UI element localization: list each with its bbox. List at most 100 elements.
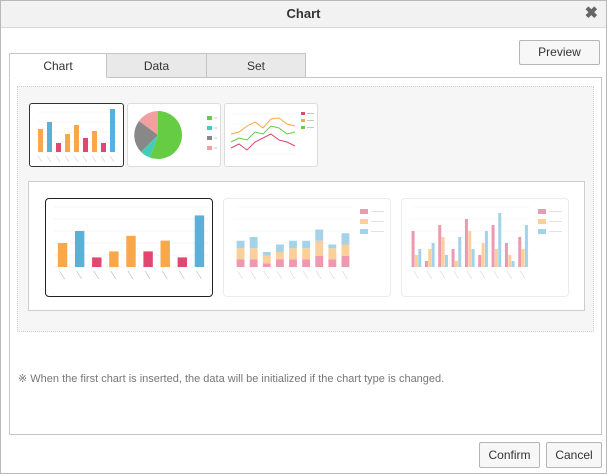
bar: [454, 261, 458, 267]
bar-segment: [315, 255, 324, 267]
bar-segment: [341, 255, 350, 267]
bar: [424, 261, 428, 267]
bar: [521, 249, 525, 267]
cancel-button[interactable]: Cancel: [546, 442, 602, 468]
bar: [418, 249, 422, 267]
tick-label: [76, 270, 82, 280]
tick-label: [144, 270, 151, 280]
bar: [478, 255, 482, 267]
bar-segment: [262, 263, 271, 267]
tick-label: [315, 270, 322, 280]
confirm-button[interactable]: Confirm: [479, 442, 540, 468]
dialog-title: Chart: [286, 6, 321, 21]
footer-divider: [9, 434, 602, 435]
bar: [194, 215, 205, 267]
tick-label: [276, 270, 283, 280]
stacked-bar-chart: [234, 206, 384, 280]
tick-label: [466, 270, 473, 280]
legend-swatch: [360, 219, 368, 224]
bar-segment: [249, 237, 258, 249]
tick-label: [250, 270, 256, 280]
chart-type-panel: [17, 86, 594, 332]
grouped-bar-chart: [410, 206, 562, 280]
basic-bar-chart: [54, 206, 208, 280]
bar: [494, 249, 498, 267]
bar-segment: [341, 244, 350, 256]
chart-subtype-panel: [28, 181, 585, 311]
bar: [518, 237, 522, 267]
bar-segment: [315, 229, 324, 241]
legend-swatch: [360, 209, 368, 214]
tick-label: [453, 270, 459, 280]
bar: [411, 231, 415, 267]
tab-set[interactable]: Set: [206, 53, 306, 78]
bar-type-icon: [37, 109, 118, 163]
bar: [504, 243, 508, 267]
chart-type-bar[interactable]: [29, 103, 124, 167]
bar-segment: [249, 259, 258, 267]
bar-segment: [302, 259, 311, 267]
bar: [92, 257, 102, 267]
bar-segment: [236, 248, 245, 260]
bar-segment: [262, 255, 271, 264]
tick-label: [179, 270, 185, 280]
bar: [508, 255, 512, 267]
legend-swatch: [360, 229, 368, 234]
tab-chart[interactable]: Chart: [9, 53, 107, 78]
pie-type-icon: [134, 111, 217, 159]
close-icon[interactable]: ✖: [585, 5, 598, 23]
bar: [481, 243, 485, 267]
tick-label: [59, 270, 65, 280]
legend-swatch: [538, 219, 546, 224]
bar-segment: [302, 240, 311, 249]
tick-label: [289, 270, 296, 280]
tick-label: [93, 270, 100, 280]
bar: [444, 255, 448, 267]
legend-swatch: [538, 229, 546, 234]
tick-label: [480, 270, 486, 280]
bar: [57, 243, 68, 267]
tick-label: [196, 270, 202, 280]
tick-label: [329, 270, 335, 280]
tick-label: [440, 270, 446, 280]
bar-segment: [275, 252, 284, 260]
bar-segment: [328, 248, 337, 260]
bar-segment: [236, 240, 245, 249]
bar-segment: [289, 248, 297, 260]
bar: [441, 237, 445, 267]
subtype-stacked-bar[interactable]: [223, 198, 391, 297]
tick-label: [426, 270, 433, 280]
title-bar: Chart ✖: [1, 1, 606, 28]
subtype-basic-bar[interactable]: [45, 198, 213, 297]
bar-segment: [275, 259, 284, 267]
bar: [126, 235, 136, 267]
bar: [498, 213, 502, 267]
line-type-icon: [230, 112, 314, 155]
bar: [177, 257, 188, 267]
bar: [414, 255, 418, 267]
chart-dialog: Chart ✖ Preview Chart Data Set ※ When th…: [0, 0, 607, 474]
bar-segment: [249, 248, 258, 260]
bar: [431, 243, 435, 267]
legend-swatch: [538, 209, 546, 214]
bar-segment: [341, 233, 350, 245]
tick-label: [110, 270, 117, 280]
subtype-grouped-bar[interactable]: [401, 198, 569, 297]
chart-type-pie[interactable]: [127, 103, 221, 167]
tab-data[interactable]: Data: [106, 53, 207, 78]
bar-segment: [315, 240, 324, 256]
bar: [109, 251, 119, 267]
bar: [458, 237, 462, 267]
bar-segment: [275, 244, 284, 252]
tick-label: [127, 270, 134, 280]
info-note: ※ When the first chart is inserted, the …: [18, 373, 445, 385]
preview-button[interactable]: Preview: [519, 40, 600, 65]
bar: [468, 231, 472, 267]
tick-label: [342, 270, 348, 280]
tick-label: [161, 270, 168, 280]
bar: [438, 225, 442, 267]
tick-label: [413, 270, 419, 280]
bar: [491, 225, 495, 267]
bar: [428, 249, 432, 267]
chart-type-line[interactable]: [224, 103, 318, 167]
